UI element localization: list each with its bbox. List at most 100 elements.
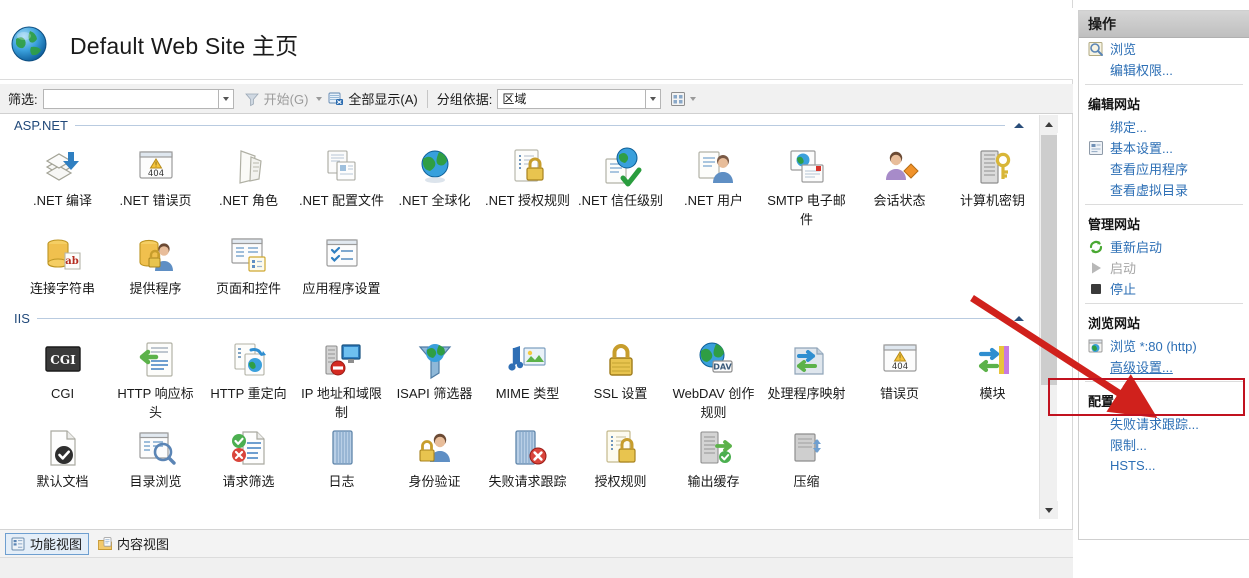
show-all-button[interactable]: 全部显示(A)	[328, 89, 418, 108]
feature-item[interactable]: ! 404 错误页	[853, 334, 946, 422]
feature-item[interactable]: .NET 信任级别	[574, 141, 667, 229]
feature-item[interactable]: 页面和控件	[202, 229, 295, 298]
feature-item[interactable]: 授权规则	[574, 422, 667, 491]
action-item[interactable]: 浏览	[1079, 38, 1249, 59]
action-item[interactable]: 编辑权限...	[1079, 59, 1249, 80]
action-item[interactable]: 浏览 *:80 (http)	[1079, 335, 1249, 356]
action-item[interactable]: 基本设置...	[1079, 137, 1249, 158]
feature-label: 计算机密钥	[959, 193, 1025, 208]
content-vertical-scrollbar[interactable]	[1039, 115, 1058, 519]
action-label: 停止	[1110, 282, 1137, 297]
actions-header: 操作	[1079, 11, 1249, 38]
settings-icon	[1088, 140, 1104, 156]
group-by-value[interactable]: 区域	[497, 88, 646, 109]
feature-item[interactable]: ab 连接字符串	[16, 229, 109, 298]
group-title: IIS	[14, 310, 30, 326]
group-collapse-button-iis[interactable]	[1011, 315, 1027, 321]
view-mode-button[interactable]	[670, 91, 697, 107]
action-item[interactable]: 停止	[1079, 278, 1249, 299]
feature-item[interactable]: .NET 角色	[202, 141, 295, 229]
action-item[interactable]: 高级设置...	[1079, 356, 1249, 377]
feature-item[interactable]: 计算机密钥	[946, 141, 1039, 229]
action-item[interactable]: HSTS...	[1079, 455, 1249, 476]
feature-label: 模块	[979, 386, 1006, 401]
feature-item[interactable]: IP 地址和域限制	[295, 334, 388, 422]
feature-item[interactable]: 处理程序映射	[760, 334, 853, 422]
feature-item[interactable]: SSL 设置	[574, 334, 667, 422]
feature-item[interactable]: CGI CGI	[16, 334, 109, 422]
filter-toolbar: 筛选: 开始(G) 全部显示(A) 分组依据: 区域	[0, 84, 1073, 114]
feature-label: .NET 用户	[684, 193, 743, 208]
feature-item[interactable]: 输出缓存	[667, 422, 760, 491]
feature-item[interactable]: 压缩	[760, 422, 853, 491]
page-title: Default Web Site 主页	[70, 32, 299, 59]
feature-item[interactable]: .NET 全球化	[388, 141, 481, 229]
feature-item[interactable]: 日志	[295, 422, 388, 491]
filter-input[interactable]	[42, 88, 218, 109]
action-label: 重新启动	[1110, 240, 1163, 255]
feature-item[interactable]: ISAPI 筛选器	[388, 334, 481, 422]
net-authorization-rules-icon	[506, 145, 550, 189]
action-label: 限制...	[1110, 438, 1147, 453]
feature-label: .NET 信任级别	[578, 193, 663, 208]
feature-item[interactable]: .NET 用户	[667, 141, 760, 229]
feature-label: .NET 角色	[219, 193, 278, 208]
feature-item[interactable]: SMTP 电子邮件	[760, 141, 853, 229]
group-aspnet: ASP.NET .NET 编译! 404 .NET 错误页 .NET 角色 .NET 配…	[0, 115, 1039, 298]
action-label: 浏览	[1110, 42, 1137, 57]
feature-item[interactable]: HTTP 重定向	[202, 334, 295, 422]
feature-item[interactable]: 默认文档	[16, 422, 109, 491]
scroll-up-button[interactable]	[1040, 115, 1058, 133]
feature-label: .NET 全球化	[398, 193, 471, 208]
net-globalization-icon	[413, 145, 457, 189]
action-item[interactable]: 查看虚拟目录	[1079, 179, 1249, 200]
action-label: 查看应用程序	[1110, 162, 1189, 177]
feature-item[interactable]: MIME 类型	[481, 334, 574, 422]
feature-item[interactable]: 提供程序	[109, 229, 202, 298]
filter-dropdown-button[interactable]	[217, 88, 234, 109]
funnel-icon	[244, 91, 260, 107]
icon-grid-aspnet: .NET 编译! 404 .NET 错误页 .NET 角色 .NET 配置文件 .NET …	[12, 141, 1027, 298]
feature-item[interactable]: 请求筛选	[202, 422, 295, 491]
feature-item[interactable]: 会话状态	[853, 141, 946, 229]
svg-text:!: !	[154, 161, 157, 169]
actions-section-title: 编辑网站	[1088, 97, 1141, 112]
feature-item[interactable]: DAV WebDAV 创作规则	[667, 334, 760, 422]
action-item[interactable]: 限制...	[1079, 434, 1249, 455]
feature-label: WebDAV 创作规则	[672, 386, 755, 420]
feature-item[interactable]: 失败请求跟踪	[481, 422, 574, 491]
feature-item[interactable]: 模块	[946, 334, 1039, 422]
feature-item[interactable]: 应用程序设置	[295, 229, 388, 298]
feature-item[interactable]: .NET 编译	[16, 141, 109, 229]
feature-item[interactable]: 身份验证	[388, 422, 481, 491]
action-label: 失败请求跟踪...	[1110, 417, 1199, 432]
action-item[interactable]: 查看应用程序	[1079, 158, 1249, 179]
filter-go-button[interactable]: 开始(G)	[244, 89, 323, 108]
feature-item[interactable]: .NET 配置文件	[295, 141, 388, 229]
feature-label: HTTP 响应标头	[117, 386, 194, 420]
tab-features-view[interactable]: 功能视图	[5, 532, 90, 555]
action-label: 启动	[1110, 261, 1137, 276]
group-by-dropdown-button[interactable]	[645, 88, 662, 109]
feature-item[interactable]: ! 404 .NET 错误页	[109, 141, 202, 229]
feature-label: SSL 设置	[593, 386, 648, 401]
authentication-icon	[413, 426, 457, 470]
action-item[interactable]: 失败请求跟踪...	[1079, 413, 1249, 434]
scroll-thumb[interactable]	[1041, 135, 1057, 385]
view-mode-icon	[670, 91, 686, 107]
group-collapse-button-aspnet[interactable]	[1011, 122, 1027, 128]
net-trust-levels-icon	[599, 145, 643, 189]
tab-content-view[interactable]: 内容视图	[93, 533, 175, 555]
feature-item[interactable]: 目录浏览	[109, 422, 202, 491]
scroll-down-button[interactable]	[1040, 501, 1058, 519]
feature-item[interactable]: .NET 授权规则	[481, 141, 574, 229]
feature-item[interactable]: HTTP 响应标头	[109, 334, 202, 422]
machine-key-icon	[971, 145, 1015, 189]
action-item[interactable]: 绑定...	[1079, 116, 1249, 137]
action-item[interactable]: 重新启动	[1079, 236, 1249, 257]
actions-divider	[1085, 84, 1243, 85]
net-profile-icon	[320, 145, 364, 189]
net-compilation-icon	[41, 145, 85, 189]
